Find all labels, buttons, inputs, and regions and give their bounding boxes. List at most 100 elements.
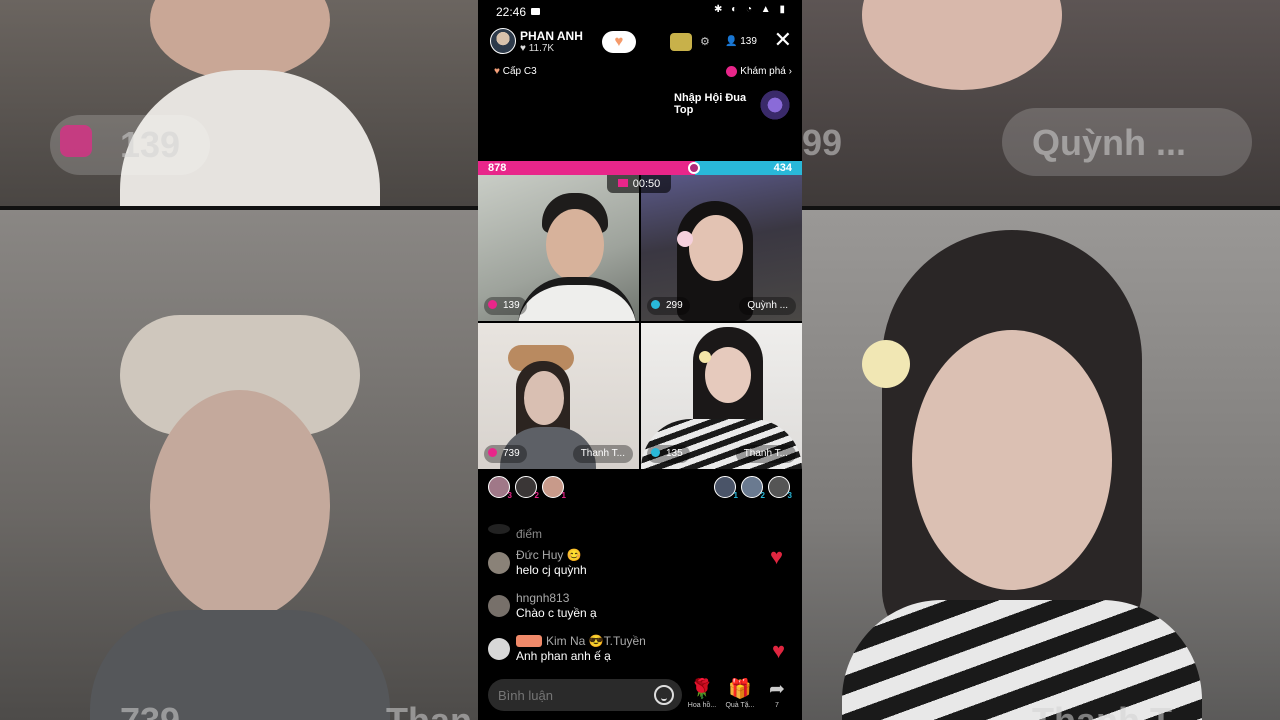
comment-author[interactable]: Kim Na 😎T.Tuyền [546, 634, 646, 648]
comment-text: điểm [516, 527, 543, 541]
floating-heart-icon: ♥ [772, 638, 786, 663]
status-icons: ✱ ◐ ◔ ▲ ▮ [714, 4, 788, 15]
guest-face [689, 215, 743, 281]
follow-button[interactable]: ♥ [602, 31, 636, 53]
host-likes: ♥ 11.7K [520, 43, 555, 54]
guest-face [546, 209, 604, 281]
emoji-icon[interactable] [654, 685, 674, 705]
background-face [150, 390, 330, 620]
supporter-rank: 1 [561, 491, 566, 500]
background-score: 739 [120, 700, 180, 720]
close-button[interactable]: ✕ [774, 29, 792, 51]
heart-icon: ♥ [494, 66, 503, 77]
supporter-rank: 2 [534, 491, 539, 500]
battle-divider-icon [688, 162, 700, 174]
comment-text: Chào c tuyền ạ [516, 606, 597, 620]
comment-avatar[interactable] [488, 638, 510, 660]
status-time: 22:46 [496, 5, 527, 19]
treasure-chest-icon[interactable] [670, 33, 692, 51]
supporter-avatar[interactable]: 2 [515, 476, 539, 500]
guest-score: 299 [647, 297, 690, 315]
team-icon [488, 448, 497, 457]
host-name[interactable]: PHAN ANH [520, 29, 583, 43]
level-badge[interactable]: ♥ Cấp C3 [494, 66, 537, 77]
background-panel-left-top: 139 [0, 0, 478, 210]
guest-tile-3[interactable]: 739 Thanh T... [478, 323, 639, 469]
screen-record-icon [531, 8, 540, 15]
guest-score: 739 [484, 445, 527, 463]
comment-input[interactable] [488, 679, 682, 711]
guest-score-value: 739 [503, 448, 520, 459]
guest-grid: 139 299 Quỳnh ... 739 Thanh T... 135 Tha… [478, 175, 802, 469]
chevron-right-icon: › [788, 66, 792, 78]
phone-screen: 22:46 ✱ ◐ ◔ ▲ ▮ PHAN ANH ♥ 11.7K ♥ ⚙ 👤 1… [478, 0, 802, 720]
comment-author[interactable]: hngnh813 [516, 591, 569, 605]
supporter-rank: 3 [787, 491, 792, 500]
status-bar: 22:46 ✱ ◐ ◔ ▲ ▮ [478, 0, 802, 24]
supporters-left: 3 2 1 [488, 476, 578, 500]
guest-tile-2[interactable]: 299 Quỳnh ... [641, 175, 802, 321]
team-icon [651, 448, 660, 457]
gift-button[interactable]: 🎁 Quà Tặ... [723, 678, 757, 709]
supporters-right: 1 2 3 [714, 476, 794, 500]
background-panel-left-bottom: 739 Than [0, 210, 478, 720]
background-face [150, 0, 330, 80]
gift-label: Quà Tặ... [725, 702, 755, 709]
guest-face [705, 347, 751, 403]
guest-tile-4[interactable]: 135 Thanh T... [641, 323, 802, 469]
comment-item: hngnh813 Chào c tuyền ạ [488, 591, 788, 623]
background-score: 99 [802, 122, 843, 163]
background-flower [862, 340, 910, 388]
robot-icon[interactable]: ⚙ [700, 35, 710, 48]
guest-score: 135 [647, 445, 690, 463]
guest-tile-1[interactable]: 139 [478, 175, 639, 321]
viewer-count[interactable]: 👤 139 [725, 36, 757, 47]
supporter-rank: 2 [760, 491, 765, 500]
guest-face [524, 371, 564, 425]
level-label: Cấp C3 [502, 66, 537, 77]
share-button[interactable]: ➦ 7 [760, 678, 794, 709]
background-panel-right-bottom: Thanh T [802, 210, 1280, 720]
promo-banner-art-icon[interactable] [758, 88, 792, 122]
gift-box-icon: 🎁 [728, 679, 752, 700]
floating-heart-icon: ♥ [770, 544, 784, 569]
flower-icon [699, 351, 711, 363]
supporter-rank: 1 [733, 491, 738, 500]
comment-item: Đức Huy 😊 helo cj quỳnh [488, 548, 788, 580]
subheader: ♥ Cấp C3 Khám phá › [478, 66, 802, 82]
supporter-avatar[interactable]: 2 [741, 476, 765, 500]
host-avatar[interactable] [490, 28, 516, 54]
team-icon [488, 300, 497, 309]
comment-author[interactable]: Đức Huy 😊 [516, 548, 582, 562]
supporter-avatar[interactable]: 3 [768, 476, 792, 500]
guest-score-value: 299 [666, 300, 683, 311]
explore-label: Khám phá [740, 66, 786, 78]
bottom-action-bar: 🌹Hoa hồ... 🎁 Quà Tặ... ➦7 [478, 676, 802, 720]
battle-score-bar: 878 434 [478, 161, 802, 175]
supporter-avatar[interactable]: 3 [488, 476, 512, 500]
comment-avatar[interactable] [488, 524, 510, 534]
comment-item: Kim Na 😎T.Tuyền Anh phan anh ế ạ [488, 634, 788, 666]
battle-bar-left [478, 161, 695, 175]
promo-banner-text[interactable]: Nhập Hội Đua Top [674, 92, 754, 116]
guest-shirt [518, 277, 636, 321]
guest-score-value: 135 [666, 448, 683, 459]
rose-gift-label: Hoa hồ... [687, 702, 717, 709]
share-icon: ➦ [769, 679, 785, 700]
battle-score-right: 434 [773, 162, 792, 174]
rose-gift-button[interactable]: 🌹 Hoa hồ... [685, 678, 719, 709]
background-team-icon [60, 125, 92, 157]
team-icon [651, 300, 660, 309]
supporter-avatar[interactable]: 1 [714, 476, 738, 500]
background-name: Quỳnh ... [1032, 122, 1187, 163]
supporter-avatar[interactable]: 1 [542, 476, 566, 500]
live-stream-screen: 139 Quỳnh ... 99 739 Than Thanh T 22:46 … [0, 0, 1280, 720]
comment-avatar[interactable] [488, 595, 510, 617]
background-face [862, 0, 1062, 90]
background-score: 139 [120, 124, 181, 165]
explore-icon [726, 66, 738, 77]
background-face [912, 330, 1112, 590]
explore-link[interactable]: Khám phá › [726, 66, 792, 77]
guest-score-value: 139 [503, 300, 520, 311]
comment-avatar[interactable] [488, 552, 510, 574]
